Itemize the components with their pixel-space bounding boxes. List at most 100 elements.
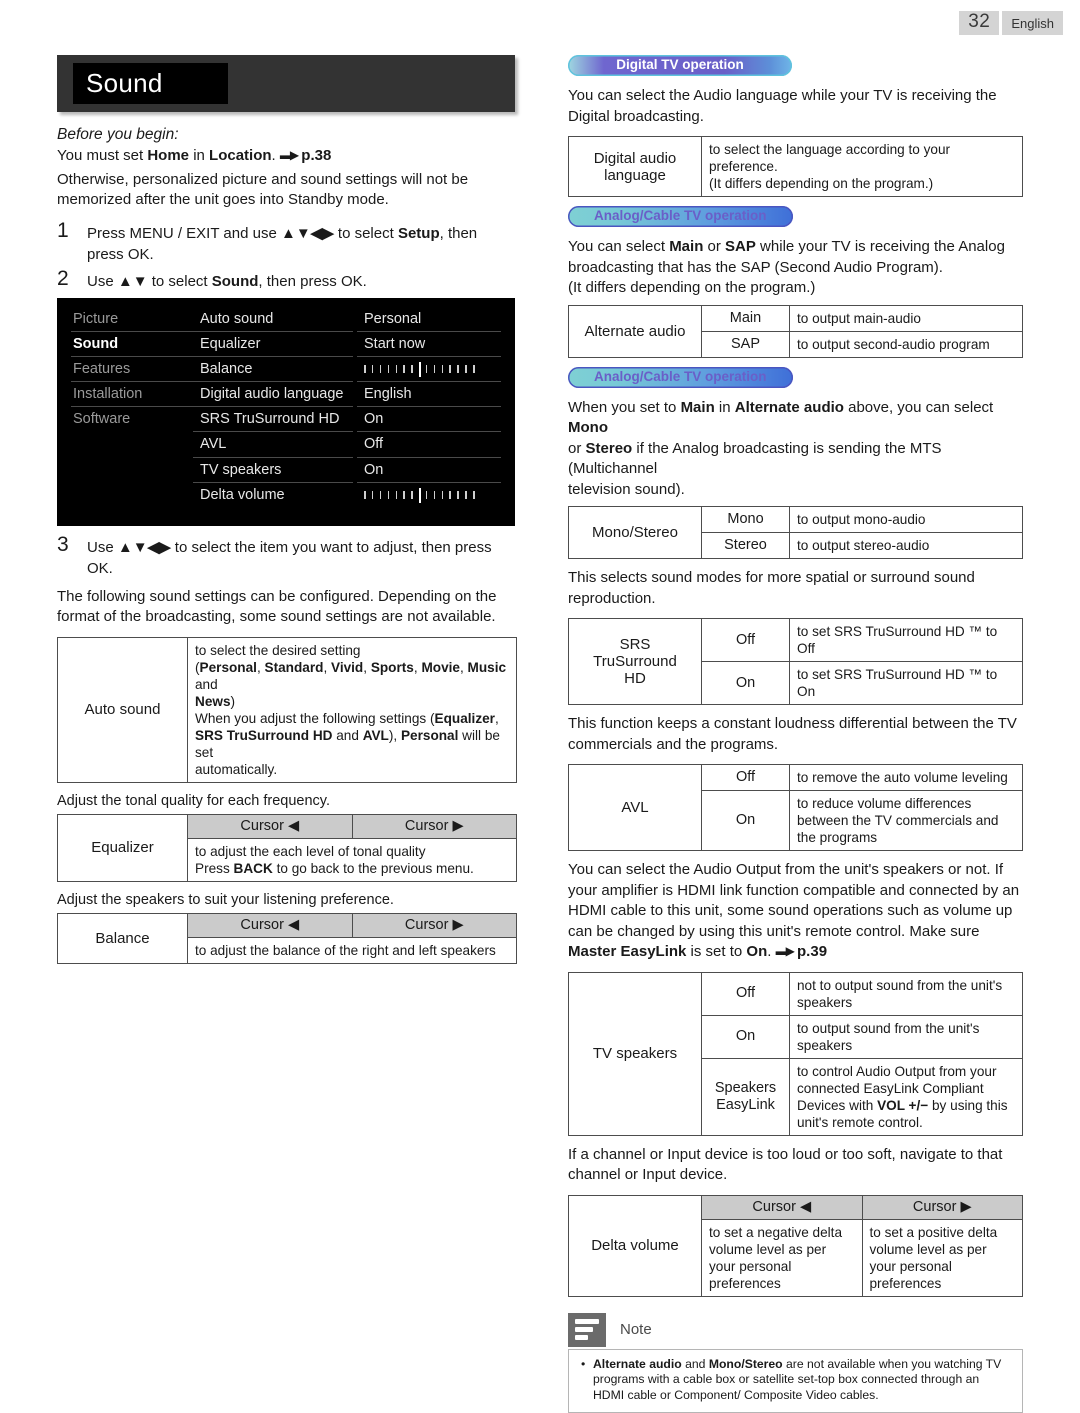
osd-category-list: Picture Sound Features Installation Soft…: [71, 307, 193, 509]
mono-stereo-label: Mono/Stereo: [569, 507, 702, 559]
equalizer-table: Equalizer Cursor ◀ Cursor ▶ to adjust th…: [57, 814, 517, 882]
table-row: Auto sound to select the desired setting…: [58, 637, 517, 782]
osd-category-sound[interactable]: Sound: [71, 332, 193, 357]
osd-item-avl[interactable]: AVL: [193, 432, 353, 457]
tv-speakers-desc-speakers-easylink: to control Audio Output from your connec…: [790, 1058, 1023, 1135]
delta-volume-table: Delta volume Cursor ◀ Cursor ▶ to set a …: [568, 1195, 1023, 1297]
mono-stereo-desc-mono: to output mono-audio: [790, 507, 1023, 533]
osd-category-features[interactable]: Features: [71, 357, 193, 382]
table-row: AVL Off to remove the auto volume leveli…: [569, 765, 1023, 791]
delta-volume-caption: If a channel or Input device is too loud…: [568, 1145, 1023, 1186]
avl-caption: This function keeps a constant loudness …: [568, 714, 1023, 755]
osd-item-balance[interactable]: Balance: [193, 357, 353, 382]
dal-label-line2: language: [604, 167, 666, 184]
balance-caption: Adjust the speakers to suit your listeni…: [57, 891, 517, 910]
equalizer-caption: Adjust the tonal quality for each freque…: [57, 792, 517, 811]
tv-speakers-option-on: On: [702, 1015, 790, 1058]
analog-intro-1: You can select Main or SAP while your TV…: [568, 237, 1023, 299]
osd-value-balance-slider[interactable]: [357, 357, 501, 382]
osd-value-tv-speakers[interactable]: On: [357, 458, 501, 483]
osd-item-digital-audio-language[interactable]: Digital audio language: [193, 382, 353, 407]
srs-desc-off: to set SRS TruSurround HD ™ to Off: [790, 619, 1023, 662]
delta-volume-desc-right: to set a positive delta volume level as …: [862, 1219, 1023, 1296]
srs-option-off: Off: [702, 619, 790, 662]
alternate-audio-label: Alternate audio: [569, 305, 702, 357]
step-3-text: Use ▲▼◀▶ to select the item you want to …: [87, 534, 517, 579]
osd-category-picture[interactable]: Picture: [71, 307, 193, 332]
right-column: Digital TV operation You can select the …: [568, 55, 1023, 1413]
osd-value-auto-sound[interactable]: Personal: [357, 307, 501, 332]
digital-intro-text: You can select the Audio language while …: [568, 86, 1023, 127]
srs-option-on: On: [702, 662, 790, 705]
dal-desc-line1: to select the language according to your…: [709, 142, 950, 174]
tv-speakers-table: TV speakers Off not to output sound from…: [568, 972, 1023, 1136]
osd-item-delta-volume[interactable]: Delta volume: [193, 483, 353, 508]
mono-stereo-desc-stereo: to output stereo-audio: [790, 533, 1023, 559]
tv-speakers-desc-on: to output sound from the unit's speakers: [790, 1015, 1023, 1058]
digital-audio-language-description: to select the language according to your…: [702, 137, 1023, 197]
osd-item-list: Auto sound Equalizer Balance Digital aud…: [193, 307, 353, 509]
osd-item-auto-sound[interactable]: Auto sound: [193, 307, 353, 332]
step-1: 1 Press MENU / EXIT and use ▲▼◀▶ to sele…: [57, 220, 517, 265]
osd-item-srs-trusurround-hd[interactable]: SRS TruSurround HD: [193, 407, 353, 432]
osd-value-avl[interactable]: Off: [357, 432, 501, 457]
equalizer-label: Equalizer: [58, 814, 188, 881]
before-you-begin-line: You must set Home in Location. ▬▶ p.38: [57, 146, 517, 167]
page-ref-arrow-icon: ▬▶: [280, 148, 297, 162]
mono-stereo-option-mono: Mono: [702, 507, 790, 533]
dal-desc-line2: (It differs depending on the program.): [709, 176, 933, 191]
tv-osd-screenshot: Picture Sound Features Installation Soft…: [57, 298, 515, 526]
page-ref-arrow-icon-2: ▬▶: [776, 944, 793, 958]
note-header: Note: [568, 1313, 1023, 1347]
mono-stereo-table: Mono/Stereo Mono to output mono-audio St…: [568, 506, 1023, 559]
balance-label: Balance: [58, 913, 188, 963]
digital-audio-language-table: Digital audio language to select the lan…: [568, 136, 1023, 197]
step-2-number: 2: [57, 268, 87, 292]
osd-item-tv-speakers[interactable]: TV speakers: [193, 458, 353, 483]
page-badge: 32 English: [959, 11, 1063, 35]
note-item: Alternate audio and Mono/Stereo are not …: [593, 1357, 1012, 1404]
avl-label: AVL: [569, 765, 702, 851]
osd-value-digital-audio-language[interactable]: English: [357, 382, 501, 407]
step-1-number: 1: [57, 220, 87, 265]
chapter-title: Sound: [73, 63, 228, 104]
table-row: Equalizer Cursor ◀ Cursor ▶: [58, 814, 517, 838]
step-2-text: Use ▲▼ to select Sound, then press OK.: [87, 268, 367, 292]
delta-volume-desc-left: to set a negative delta volume level as …: [702, 1219, 863, 1296]
osd-value-srs-trusurround-hd[interactable]: On: [357, 407, 501, 432]
osd-value-delta-volume-slider[interactable]: [357, 483, 501, 508]
osd-category-software[interactable]: Software: [71, 407, 193, 432]
table-row: SRS TruSurround HD Off to set SRS TruSur…: [569, 619, 1023, 662]
alternate-audio-desc-sap: to output second-audio program: [790, 331, 1023, 357]
alternate-audio-option-sap: SAP: [702, 331, 790, 357]
tv-speakers-option-speakers-easylink: Speakers EasyLink: [702, 1058, 790, 1135]
srs-trusurround-table: SRS TruSurround HD Off to set SRS TruSur…: [568, 618, 1023, 705]
mono-stereo-option-stereo: Stereo: [702, 533, 790, 559]
equalizer-cursor-right-header: Cursor ▶: [352, 814, 517, 838]
delta-volume-cursor-left-header: Cursor ◀: [702, 1195, 863, 1219]
alternate-audio-option-main: Main: [702, 305, 790, 331]
page-language: English: [1002, 11, 1063, 35]
auto-sound-desc-line1: to select the desired setting: [195, 643, 361, 658]
auto-sound-table: Auto sound to select the desired setting…: [57, 637, 517, 783]
srs-caption: This selects sound modes for more spatia…: [568, 568, 1023, 609]
delta-volume-cursor-right-header: Cursor ▶: [862, 1195, 1023, 1219]
osd-value-equalizer[interactable]: Start now: [357, 332, 501, 357]
table-row: Digital audio language to select the lan…: [569, 137, 1023, 197]
avl-option-off: Off: [702, 765, 790, 791]
step-2: 2 Use ▲▼ to select Sound, then press OK.: [57, 268, 517, 292]
analog-intro-2: When you set to Main in Alternate audio …: [568, 398, 1023, 501]
table-row: Delta volume Cursor ◀ Cursor ▶: [569, 1195, 1023, 1219]
page-number: 32: [959, 11, 999, 35]
avl-desc-off: to remove the auto volume leveling: [790, 765, 1023, 791]
equalizer-description: to adjust the each level of tonal qualit…: [188, 838, 517, 881]
balance-cursor-right-header: Cursor ▶: [352, 913, 517, 937]
osd-item-equalizer[interactable]: Equalizer: [193, 332, 353, 357]
osd-category-installation[interactable]: Installation: [71, 382, 193, 407]
osd-value-list: Personal Start now English On Off On: [353, 307, 501, 509]
note-title: Note: [620, 1321, 652, 1338]
auto-sound-label: Auto sound: [58, 637, 188, 782]
avl-option-on: On: [702, 791, 790, 851]
tv-speakers-label: TV speakers: [569, 972, 702, 1135]
tv-speakers-desc-off: not to output sound from the unit's spea…: [790, 972, 1023, 1015]
